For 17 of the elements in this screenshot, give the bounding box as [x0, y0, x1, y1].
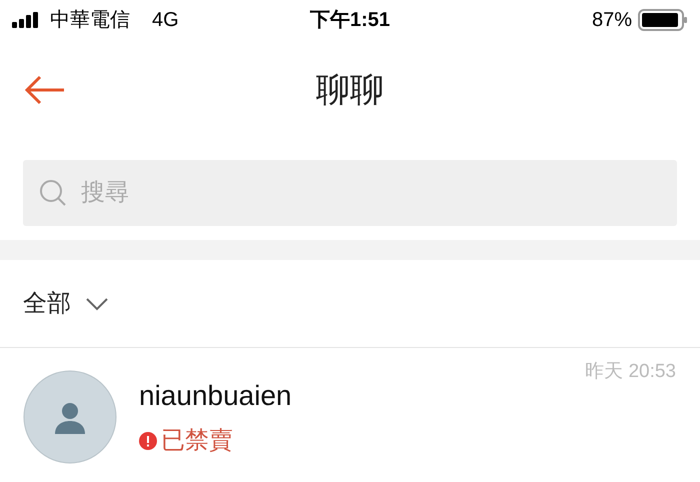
search-icon: [39, 179, 67, 207]
alert-icon: [139, 432, 157, 450]
status-text: 已禁賣: [161, 426, 233, 456]
network-type: 4G: [152, 8, 179, 33]
signal-icon: [12, 12, 40, 28]
contact-name: niaunbuaien: [139, 379, 292, 413]
filter-dropdown[interactable]: 全部: [23, 286, 109, 322]
carrier-name: 中華電信: [50, 8, 130, 33]
battery-percent: 87%: [592, 8, 632, 33]
avatar-icon: [23, 370, 117, 464]
message-time: 昨天 20:53: [585, 360, 676, 384]
clock-time: 下午1:51: [310, 8, 390, 33]
search-field[interactable]: 搜尋: [23, 160, 677, 226]
back-arrow-icon[interactable]: [24, 75, 66, 105]
page-title: 聊聊: [316, 70, 384, 110]
battery-icon: [638, 9, 688, 31]
chevron-down-icon: [85, 296, 109, 310]
